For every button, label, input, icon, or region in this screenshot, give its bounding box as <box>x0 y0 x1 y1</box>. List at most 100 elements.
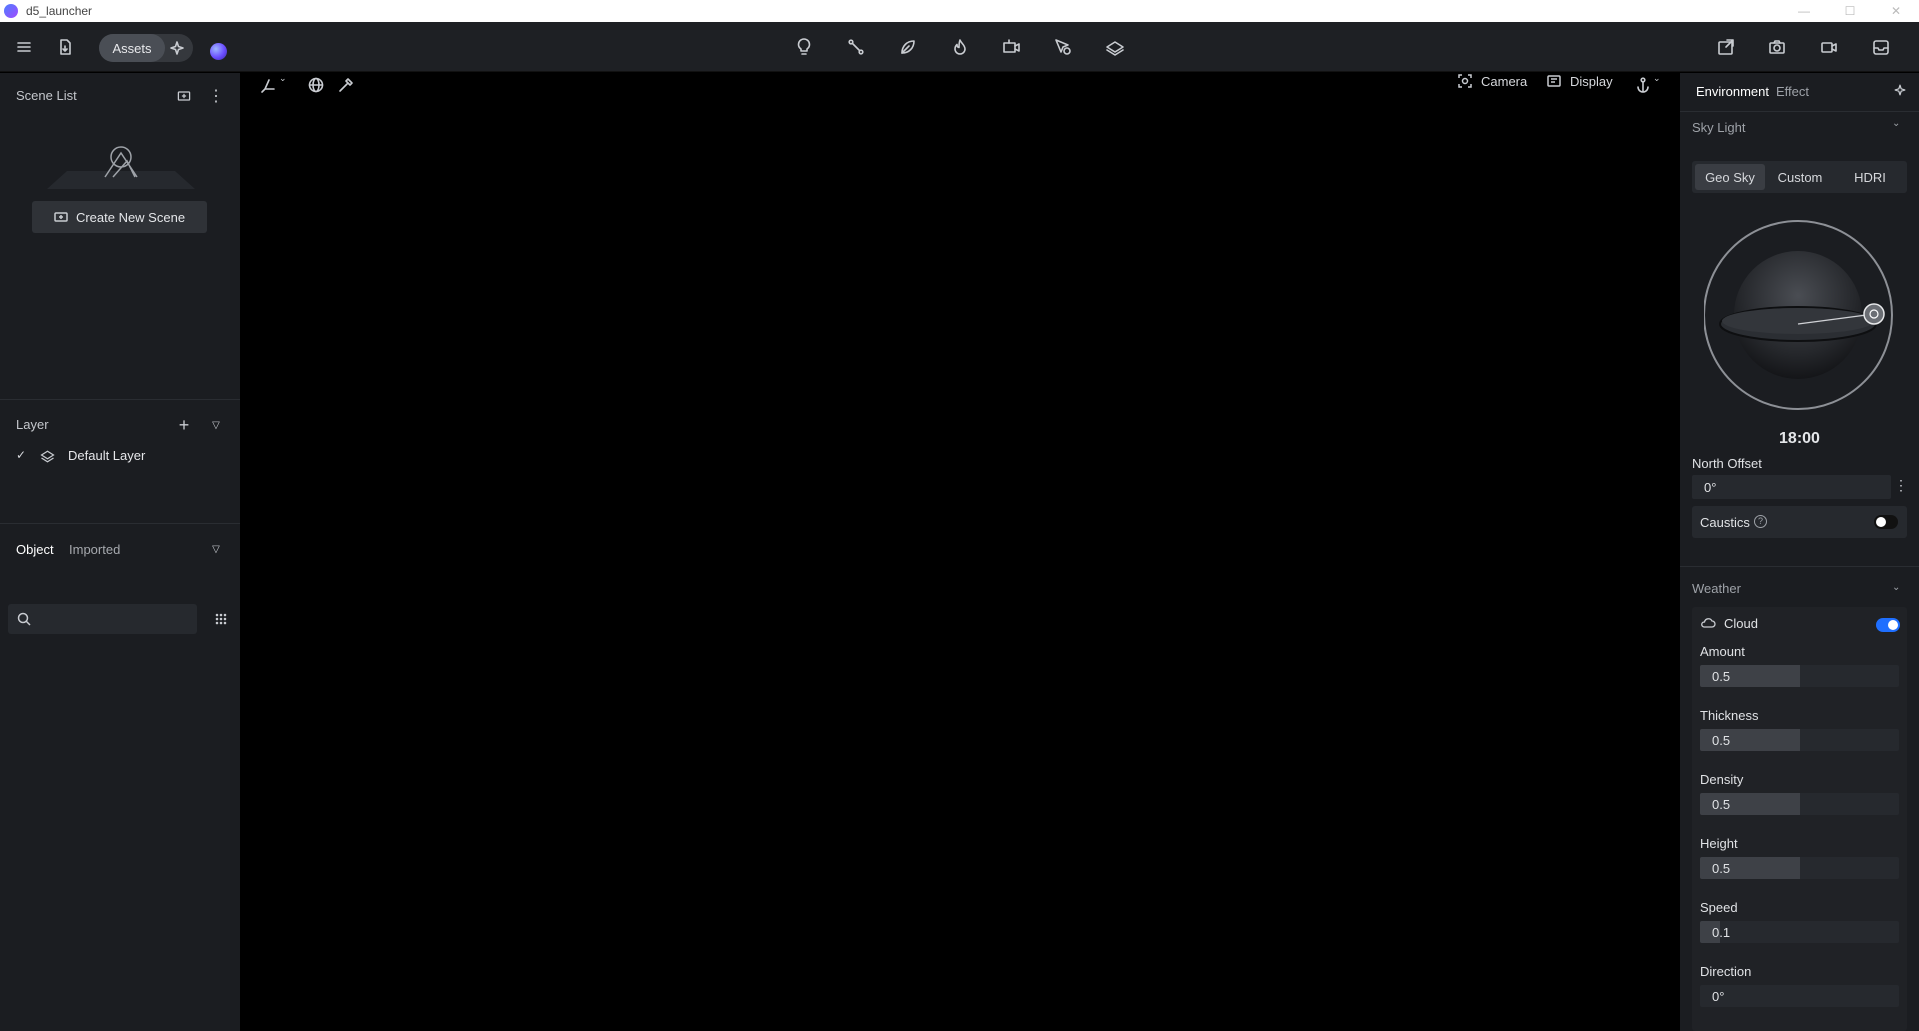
right-panel: Environment Effect Sky Light ⌄ Geo Sky C… <box>1680 73 1919 1031</box>
window-titlebar: d5_launcher — ☐ ✕ <box>0 0 1919 22</box>
caustics-label: Caustics <box>1700 515 1750 530</box>
cursor-tag-icon[interactable] <box>1048 32 1078 62</box>
check-icon[interactable]: ✓ <box>16 448 26 462</box>
object-search-input[interactable] <box>8 604 197 634</box>
slider-value: 0.5 <box>1712 669 1731 684</box>
display-icon <box>1547 75 1561 87</box>
toggle-knob <box>1888 620 1898 630</box>
direction-slider[interactable]: 0° <box>1700 985 1899 1007</box>
close-icon[interactable]: ✕ <box>1873 0 1919 22</box>
camera-button[interactable]: Camera <box>1457 71 1527 91</box>
left-panel: Scene List ⋮ Create New Scene Layer + ▽ … <box>0 73 240 1031</box>
3d-viewport[interactable]: ⌄ Camera Display ⌄ <box>240 73 1680 1031</box>
sun-handle-icon[interactable] <box>1863 303 1885 325</box>
amount-slider[interactable]: 0.5 <box>1700 665 1899 687</box>
height-slider[interactable]: 0.5 <box>1700 857 1899 879</box>
divider <box>1680 566 1919 567</box>
globe-icon[interactable] <box>301 70 331 100</box>
search-icon <box>17 612 31 626</box>
create-new-scene-button[interactable]: Create New Scene <box>32 201 207 233</box>
chevron-down-icon[interactable]: ⌄ <box>279 73 287 84</box>
assets-button[interactable]: Assets <box>99 34 165 62</box>
seg-custom[interactable]: Custom <box>1765 164 1835 190</box>
sky-time: 18:00 <box>1779 430 1820 447</box>
empty-scene-icon <box>47 146 195 189</box>
thickness-slider[interactable]: 0.5 <box>1700 729 1899 751</box>
layers-icon[interactable] <box>1100 32 1130 62</box>
direction-label: Direction <box>1700 964 1752 979</box>
slider-value: 0.5 <box>1712 797 1731 812</box>
assets-group: Assets <box>99 34 193 62</box>
density-slider[interactable]: 0.5 <box>1700 793 1899 815</box>
divider <box>1680 111 1919 112</box>
slider-value: 0.5 <box>1712 861 1731 876</box>
camera-label: Camera <box>1481 73 1528 89</box>
inbox-icon[interactable] <box>1866 32 1896 62</box>
file-sync-icon[interactable] <box>50 32 80 62</box>
speed-slider[interactable]: 0.1 <box>1700 921 1899 943</box>
export-image-icon[interactable] <box>1711 32 1741 62</box>
layer-stack-icon <box>40 450 55 463</box>
layer-filter-icon[interactable]: ▽ <box>201 410 231 440</box>
tab-imported[interactable]: Imported <box>69 542 120 557</box>
tab-environment[interactable]: Environment <box>1696 84 1769 99</box>
seg-hdri[interactable]: HDRI <box>1835 164 1905 190</box>
layer-title: Layer <box>16 417 49 432</box>
path-icon[interactable] <box>841 32 871 62</box>
more-options-icon[interactable]: ⋮ <box>1894 477 1908 494</box>
seg-geo-sky[interactable]: Geo Sky <box>1695 164 1765 190</box>
chevron-down-icon[interactable]: ⌄ <box>1892 582 1900 593</box>
sun-position-dial[interactable] <box>1704 218 1904 414</box>
toggle-knob <box>1876 517 1886 527</box>
caustics-toggle[interactable] <box>1874 515 1898 529</box>
layer-item-default[interactable]: ✓ Default Layer <box>0 443 240 469</box>
ai-orb-icon[interactable] <box>210 43 227 60</box>
scene-list-title: Scene List <box>16 88 77 103</box>
scene-more-icon[interactable]: ⋮ <box>201 81 231 111</box>
weather-title: Weather <box>1692 581 1741 596</box>
slider-value: 0° <box>1712 989 1725 1004</box>
north-offset-value: 0° <box>1704 480 1717 495</box>
window-title: d5_launcher <box>26 4 93 18</box>
camera-rig-icon[interactable] <box>996 32 1026 62</box>
ai-sparkle-icon[interactable] <box>1885 75 1915 105</box>
north-offset-input[interactable]: 0° <box>1692 475 1891 499</box>
chevron-down-icon[interactable]: ⌄ <box>1653 73 1661 84</box>
north-offset-label: North Offset <box>1692 456 1762 471</box>
eyedropper-icon[interactable] <box>331 70 361 100</box>
fire-icon[interactable] <box>945 32 975 62</box>
amount-label: Amount <box>1700 644 1745 659</box>
display-label: Display <box>1570 73 1613 89</box>
display-button[interactable]: Display <box>1546 71 1613 91</box>
minimize-icon[interactable]: — <box>1781 0 1827 22</box>
cloud-icon <box>1701 618 1716 628</box>
help-icon[interactable]: ? <box>1754 515 1767 528</box>
tab-object[interactable]: Object <box>16 542 54 557</box>
height-label: Height <box>1700 836 1738 851</box>
object-filter-icon[interactable]: ▽ <box>201 534 231 564</box>
create-new-scene-label: Create New Scene <box>75 209 186 225</box>
slider-value: 0.5 <box>1712 733 1731 748</box>
video-icon[interactable] <box>1814 32 1844 62</box>
main-toolbar: Assets <box>0 22 1919 72</box>
window-controls: — ☐ ✕ <box>1781 0 1919 22</box>
menu-icon[interactable] <box>9 32 39 62</box>
camera-frame-icon <box>1458 74 1472 88</box>
ai-sparkle-icon[interactable] <box>162 33 192 63</box>
scene-icon <box>54 212 68 222</box>
grid-view-icon[interactable] <box>206 604 236 634</box>
app-logo-icon <box>4 4 18 18</box>
slider-value: 0.1 <box>1712 925 1731 940</box>
chevron-down-icon[interactable]: ⌄ <box>1892 118 1900 129</box>
cloud-toggle[interactable] <box>1876 618 1900 632</box>
divider <box>0 399 240 400</box>
leaf-icon[interactable] <box>893 32 923 62</box>
scene-add-icon[interactable] <box>169 81 199 111</box>
screenshot-icon[interactable] <box>1762 32 1792 62</box>
light-bulb-icon[interactable] <box>789 32 819 62</box>
add-layer-icon[interactable]: + <box>169 410 199 440</box>
tab-effect[interactable]: Effect <box>1776 84 1809 99</box>
thickness-label: Thickness <box>1700 708 1759 723</box>
divider <box>0 523 240 524</box>
maximize-icon[interactable]: ☐ <box>1827 0 1873 22</box>
